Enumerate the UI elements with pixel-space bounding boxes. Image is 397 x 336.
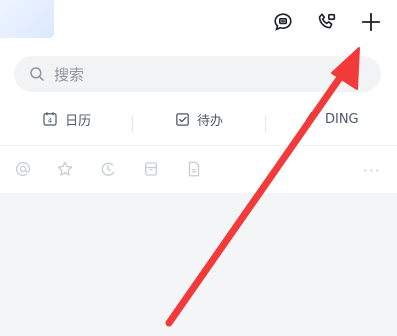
document-icon[interactable] <box>185 160 203 178</box>
archive-icon[interactable] <box>142 160 160 178</box>
divider <box>0 145 397 146</box>
shortcut-label: 待办 <box>196 113 223 129</box>
avatar[interactable] <box>0 0 54 38</box>
top-actions <box>269 8 385 36</box>
todo-checkbox-icon <box>176 112 189 126</box>
shortcut-calendar[interactable]: 4 日历 <box>0 110 132 129</box>
ding-lightning-icon <box>305 111 315 127</box>
star-icon[interactable] <box>56 160 74 178</box>
shortcut-ding[interactable]: DING <box>264 110 397 132</box>
filter-tabs-row: ··· <box>0 150 397 190</box>
chat-bubble-icon[interactable] <box>269 8 297 36</box>
shortcut-bar: 4 日历 待办 DING <box>0 104 397 134</box>
search-placeholder: 搜索 <box>54 65 85 84</box>
shortcut-todo[interactable]: 待办 <box>132 110 264 132</box>
phone-video-icon[interactable] <box>313 8 341 36</box>
shortcut-label: DING <box>324 111 359 127</box>
at-icon[interactable] <box>14 160 32 178</box>
content-area <box>0 193 397 336</box>
calendar-icon: 4 <box>43 112 57 126</box>
svg-text:4: 4 <box>48 117 52 125</box>
search-bar[interactable]: 搜索 <box>14 56 381 92</box>
clock-moon-icon[interactable] <box>99 160 117 178</box>
shortcut-label: 日历 <box>65 113 92 129</box>
plus-icon[interactable] <box>357 8 385 36</box>
more-icon[interactable]: ··· <box>363 161 381 180</box>
app-screen: 搜索 4 日历 待办 DING ··· <box>0 0 397 336</box>
search-icon <box>30 67 44 81</box>
